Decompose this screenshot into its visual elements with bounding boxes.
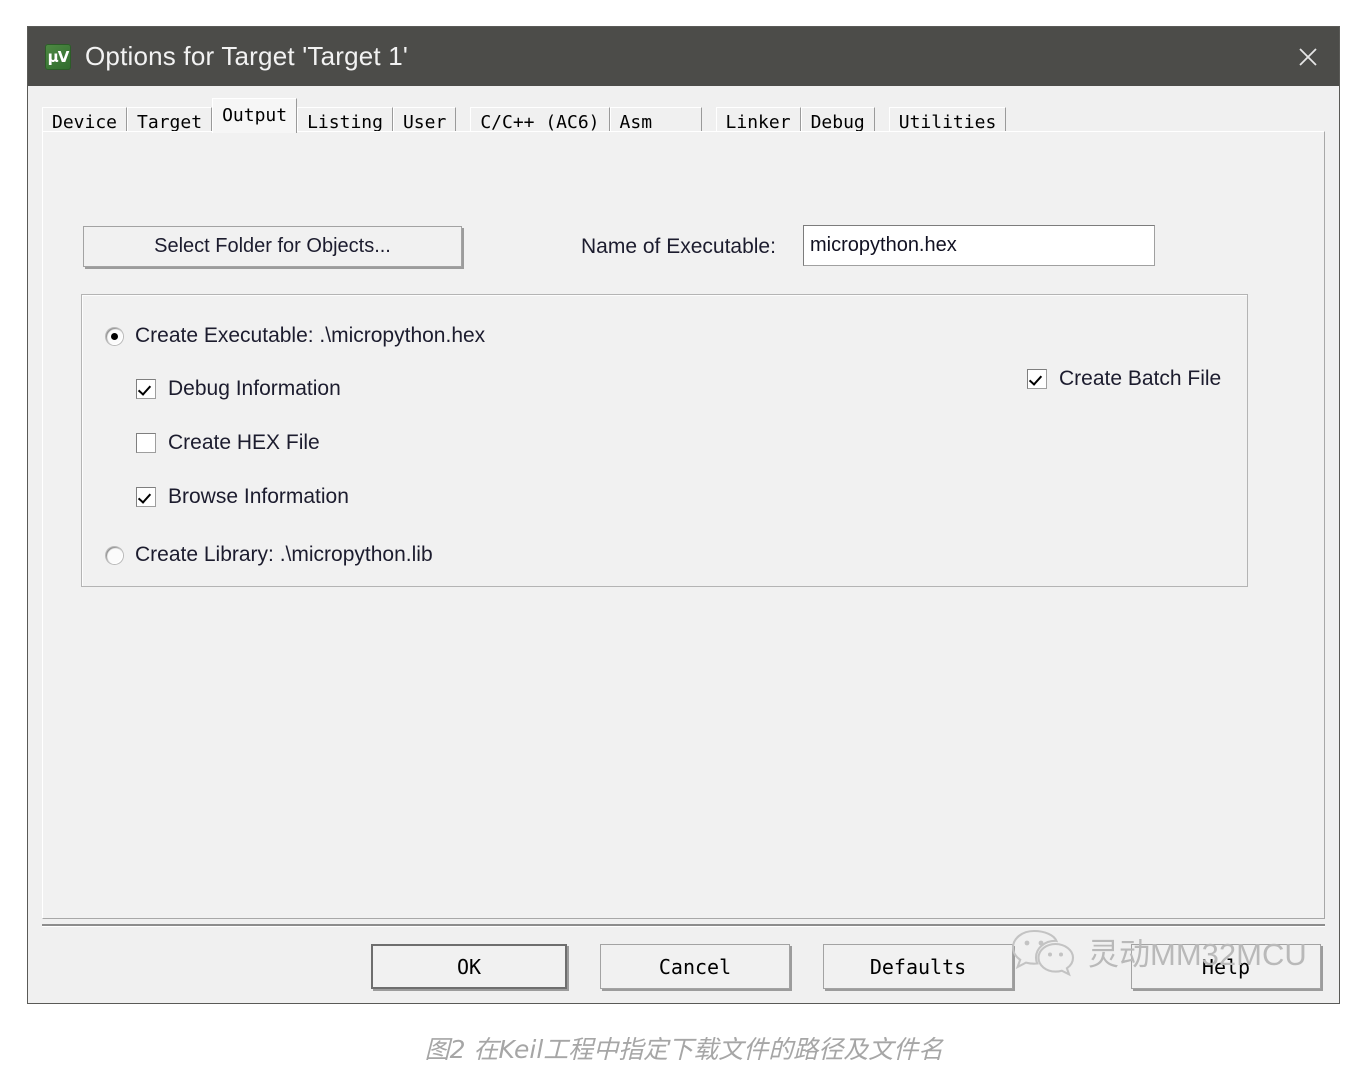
tab-output[interactable]: Output bbox=[212, 98, 298, 133]
debug-information-option[interactable]: Debug Information bbox=[136, 377, 341, 401]
dialog-body: Device Target Output Listing User C/C++ … bbox=[28, 86, 1339, 1003]
footer-separator bbox=[42, 924, 1325, 927]
close-icon bbox=[1299, 47, 1317, 66]
select-folder-for-objects-button[interactable]: Select Folder for Objects... bbox=[83, 226, 462, 267]
create-executable-label: Create Executable: .\micropython.hex bbox=[135, 324, 486, 347]
create-executable-option[interactable]: Create Executable: .\micropython.hex bbox=[106, 324, 485, 348]
defaults-button[interactable]: Defaults bbox=[823, 944, 1013, 989]
debug-information-label: Debug Information bbox=[168, 377, 341, 400]
create-library-label: Create Library: .\micropython.lib bbox=[135, 543, 433, 566]
tab-strip: Device Target Output Listing User C/C++ … bbox=[42, 98, 1325, 136]
create-batch-file-checkbox-icon[interactable] bbox=[1027, 369, 1047, 389]
output-options-group: Create Executable: .\micropython.hex Deb… bbox=[81, 294, 1248, 587]
debug-information-checkbox-icon[interactable] bbox=[136, 379, 156, 399]
create-batch-file-label: Create Batch File bbox=[1059, 367, 1222, 390]
cancel-button[interactable]: Cancel bbox=[600, 944, 790, 989]
browse-information-option[interactable]: Browse Information bbox=[136, 485, 349, 509]
create-hex-file-option[interactable]: Create HEX File bbox=[136, 431, 320, 455]
figure-caption: 图2 在Keil工程中指定下载文件的路径及文件名 bbox=[424, 1035, 944, 1064]
app-icon-glyph: µV bbox=[47, 47, 70, 66]
create-hex-file-checkbox-icon[interactable] bbox=[136, 433, 156, 453]
browse-information-label: Browse Information bbox=[168, 485, 349, 508]
options-for-target-dialog: µV Options for Target 'Target 1' Device … bbox=[27, 26, 1340, 1004]
uvision-app-icon: µV bbox=[45, 43, 71, 70]
create-library-option[interactable]: Create Library: .\micropython.lib bbox=[106, 543, 433, 567]
create-library-radio-icon[interactable] bbox=[106, 546, 123, 564]
name-of-executable-label: Name of Executable: bbox=[581, 235, 776, 258]
create-executable-radio-icon[interactable] bbox=[106, 327, 123, 345]
create-hex-file-label: Create HEX File bbox=[168, 431, 320, 454]
help-button[interactable]: Help bbox=[1131, 944, 1321, 989]
title-bar: µV Options for Target 'Target 1' bbox=[28, 27, 1339, 86]
name-of-executable-input[interactable] bbox=[803, 225, 1155, 266]
create-batch-file-option[interactable]: Create Batch File bbox=[1027, 367, 1221, 391]
browse-information-checkbox-icon[interactable] bbox=[136, 487, 156, 507]
ok-button[interactable]: OK bbox=[371, 944, 567, 989]
close-button[interactable] bbox=[1277, 27, 1339, 86]
window-title: Options for Target 'Target 1' bbox=[85, 41, 409, 71]
